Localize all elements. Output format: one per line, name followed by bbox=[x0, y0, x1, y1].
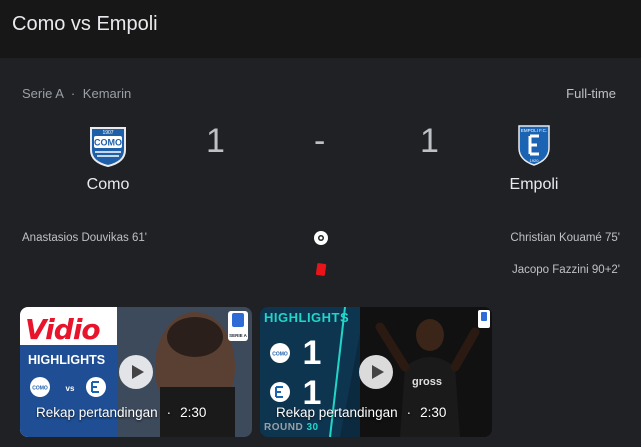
video-card-highlights[interactable]: COMO 1 1 gross HIGHLIGHTS Rekap pertandi… bbox=[260, 307, 492, 437]
red-card-icon bbox=[315, 263, 327, 276]
video-card-vidio[interactable]: SERIE A COMO vs Vidio HIGHLIGHTS Rekap p… bbox=[20, 307, 252, 437]
away-team-name: Empoli bbox=[509, 176, 559, 193]
como-crest-icon: COMO 1907 bbox=[90, 127, 126, 168]
home-score: 1 bbox=[206, 122, 225, 160]
video-title-separator: · bbox=[166, 405, 172, 420]
app-header: Como vs Empoli bbox=[0, 0, 641, 58]
away-crest-text: EMPOLI F.C. bbox=[521, 128, 547, 133]
video-duration: 2:30 bbox=[180, 405, 207, 420]
home-goal-event: Anastasios Douvikas 61' bbox=[22, 232, 147, 244]
home-team-name: Como bbox=[86, 176, 130, 193]
thumb-home-score: 1 bbox=[303, 334, 322, 372]
play-button[interactable] bbox=[119, 355, 153, 389]
empoli-crest-icon: EMPOLI F.C. 1920 bbox=[518, 125, 550, 166]
play-button[interactable] bbox=[359, 355, 393, 389]
away-card-event: Jacopo Fazzini 90+2' bbox=[512, 264, 620, 276]
home-team[interactable]: COMO 1907 Como bbox=[68, 118, 148, 194]
away-crest-year: 1920 bbox=[530, 158, 540, 163]
away-team[interactable]: EMPOLI F.C. 1920 Empoli bbox=[494, 118, 574, 194]
round-text: ROUND bbox=[264, 422, 304, 433]
home-crest-text: COMO bbox=[94, 138, 122, 148]
sponsor-text: gross bbox=[412, 376, 442, 388]
match-status: Full-time bbox=[566, 86, 616, 101]
video-title: Rekap pertandingan · 2:30 bbox=[276, 405, 446, 420]
thumb1-home-crest: COMO bbox=[32, 386, 48, 392]
round-label: ROUND 30 bbox=[264, 422, 319, 433]
score-separator: - bbox=[314, 122, 326, 160]
video-title-text: Rekap pertandingan bbox=[36, 405, 158, 420]
home-crest-year: 1907 bbox=[102, 130, 113, 136]
meta-separator: · bbox=[70, 86, 76, 101]
match-meta: Serie A · Kemarin bbox=[22, 86, 131, 101]
video-title-text: Rekap pertandingan bbox=[276, 405, 398, 420]
away-goal-event: Christian Kouamé 75' bbox=[510, 232, 620, 244]
away-score: 1 bbox=[420, 122, 439, 160]
vidio-logo: Vidio bbox=[25, 313, 101, 346]
soccer-ball-icon bbox=[314, 231, 328, 245]
round-number: 30 bbox=[306, 422, 319, 433]
serie-a-badge: SERIE A bbox=[229, 333, 248, 338]
highlights-label: HIGHLIGHTS bbox=[28, 353, 106, 367]
page-title: Como vs Empoli bbox=[12, 13, 158, 35]
thumb1-vs-label: vs bbox=[66, 384, 75, 393]
video-title-separator: · bbox=[406, 405, 412, 420]
video-title: Rekap pertandingan · 2:30 bbox=[36, 405, 206, 420]
highlights-label: HIGHLIGHTS bbox=[264, 310, 350, 325]
video-duration: 2:30 bbox=[420, 405, 447, 420]
competition-label[interactable]: Serie A bbox=[22, 86, 63, 101]
match-date: Kemarin bbox=[82, 86, 132, 101]
thumb2-home-crest: COMO bbox=[272, 352, 288, 358]
